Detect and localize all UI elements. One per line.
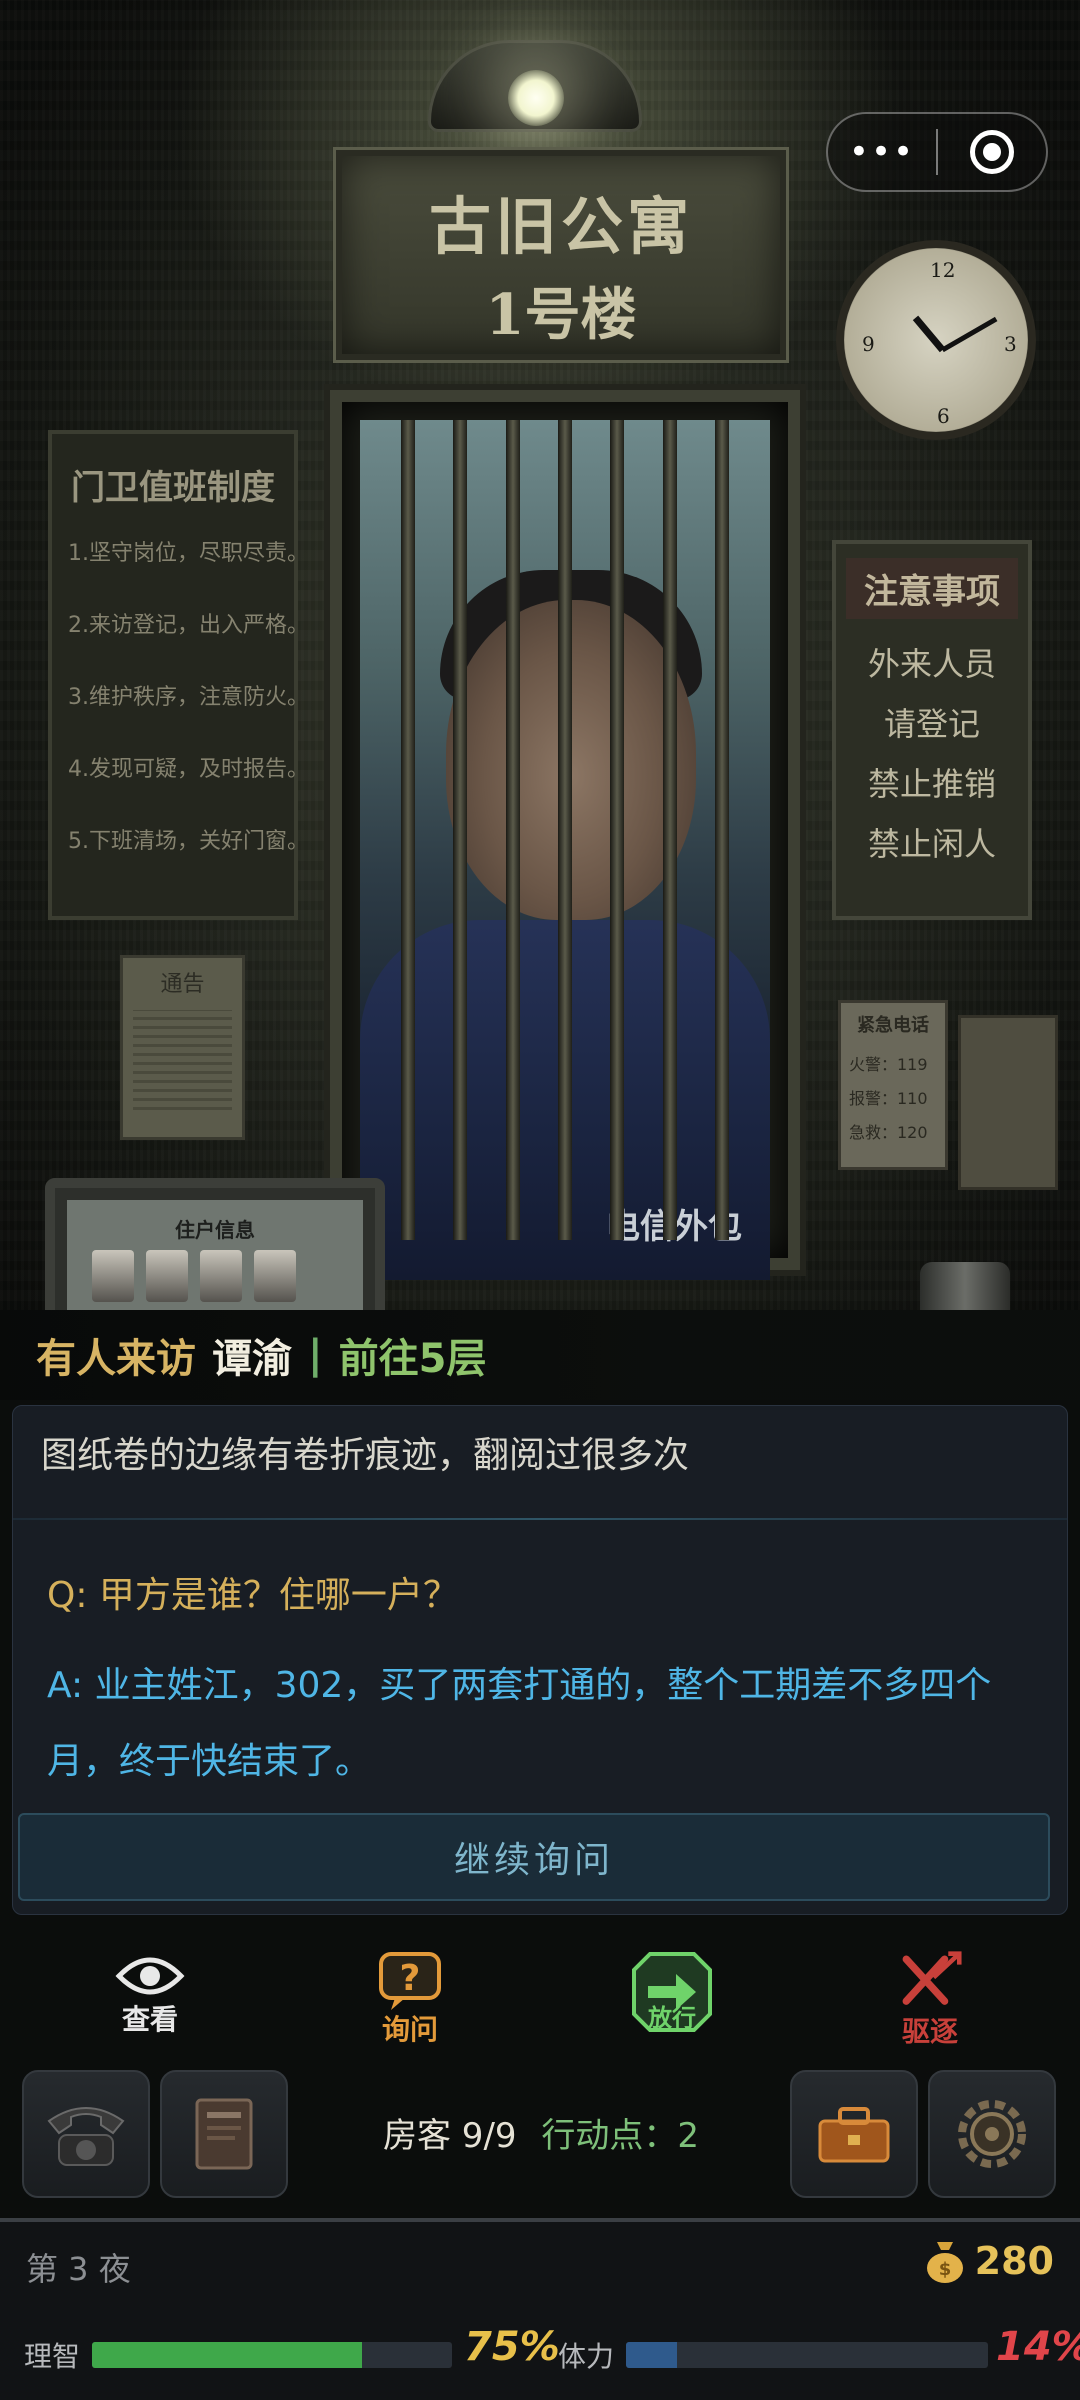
emergency-row: 火警：119 [849, 1055, 928, 1074]
ask-label: 询问 [381, 2013, 438, 2046]
action-points: 行动点：2 [541, 2116, 699, 2156]
ask-button[interactable]: ? 询问 [360, 1950, 460, 2050]
question-answer: Q: 甲方是谁？住哪一户？ A: 业主姓江，302，买了两套打通的，整个工期差不… [47, 1566, 1027, 1800]
money-display: $ 280 [923, 2238, 1054, 2284]
visitor-name: 谭渝 [212, 1336, 292, 1382]
resident-monitor[interactable]: 住户信息 [45, 1178, 385, 1310]
expel-cross-icon [902, 1951, 962, 2005]
bulletin-text-lines [133, 1010, 232, 1110]
expel-button[interactable]: 驱逐 [880, 1950, 980, 2050]
money-bag-icon: $ [926, 2242, 963, 2283]
wall-clock: 12 3 6 9 [836, 240, 1036, 440]
clock-hour-hand [912, 315, 946, 353]
svg-text:$: $ [938, 2259, 951, 2280]
duty-rules-board: 门卫值班制度 1.坚守岗位，尽职尽责。 2.来访登记，出入严格。 3.维护秩序，… [48, 430, 309, 920]
release-button[interactable]: 放行 [622, 1950, 722, 2050]
status-bar [0, 2222, 1080, 2400]
monitor-screen: 住户信息 [67, 1200, 363, 1310]
notice-board: 注意事项 外来人员 请登记 禁止推销 禁止闲人 [832, 540, 1032, 920]
guest-count: 房客 9/9 [383, 2116, 517, 2156]
duty-rule: 4.发现可疑，及时报告。 [68, 757, 309, 782]
reception-window: 电信外包 [330, 390, 800, 1280]
stamina-value: 14% [996, 2324, 1080, 2370]
stamina-bar [626, 2342, 988, 2368]
notice-line: 禁止闲人 [867, 825, 996, 863]
visitor-header: 有人来访 谭渝 | 前往5层 [0, 1310, 1080, 1400]
building-sign-line2: 1号楼 [485, 282, 637, 348]
close-miniapp-button[interactable] [938, 130, 1046, 174]
notebook-icon [195, 2098, 253, 2170]
resident-faces [92, 1250, 296, 1302]
game-scene: 古旧公寓 1号楼 12 3 6 9 门卫值班制度 1.坚守岗位，尽职尽责。 2.… [0, 0, 1080, 1310]
emergency-row: 急救：120 [849, 1123, 928, 1142]
emergency-phone-card: 紧急电话 火警：119 报警：110 急救：120 [838, 1000, 948, 1170]
eye-icon [115, 1957, 185, 1995]
notice-board-title: 注意事项 [846, 558, 1018, 619]
clue-text: 图纸卷的边缘有卷折痕迹，翻阅过很多次 [41, 1435, 690, 1476]
wall-flyer [958, 1015, 1058, 1190]
building-sign-line1: 古旧公寓 [428, 190, 693, 263]
toolbox-button[interactable] [790, 2070, 918, 2198]
telephone-icon [47, 2107, 125, 2166]
duty-rules-title: 门卫值班制度 [71, 468, 275, 508]
emergency-row: 报警：110 [849, 1089, 928, 1108]
more-menu-button[interactable]: ••• [828, 132, 936, 172]
window-bars [360, 420, 770, 1240]
money-amount: 280 [974, 2239, 1054, 2283]
stamina-label: 体力 [558, 2340, 615, 2373]
answer-text: A: 业主姓江，302，买了两套打通的，整个工期差不多四个月，终于快结束了。 [47, 1665, 992, 1782]
settings-button[interactable] [928, 2070, 1056, 2198]
visitor-destination: 前往5层 [338, 1336, 487, 1382]
miniapp-capsule: ••• [826, 112, 1048, 192]
bulletin-paper: 通告 [120, 955, 245, 1140]
night-counter: 第 3 夜 [26, 2250, 131, 2288]
notice-line: 外来人员 [867, 645, 996, 683]
lamp-bulb [508, 70, 564, 126]
sanity-value: 75% [464, 2324, 560, 2370]
release-label: 放行 [648, 2004, 696, 2032]
emergency-card-title: 紧急电话 [857, 1015, 929, 1036]
duty-rule: 3.维护秩序，注意防火。 [68, 685, 309, 710]
monitor-label: 住户信息 [175, 1218, 255, 1242]
thermos [920, 1262, 1010, 1310]
sanity-bar [92, 2342, 452, 2368]
sanity-label: 理智 [24, 2340, 81, 2373]
continue-asking-button[interactable]: 继续询问 [18, 1813, 1050, 1901]
visitor-label: 有人来访 [36, 1336, 196, 1382]
svg-text:?: ? [400, 1958, 421, 1999]
dialog-divider [13, 1518, 1067, 1520]
duty-rule: 5.下班清场，关好门窗。 [68, 829, 309, 854]
toolbox-icon [818, 2107, 890, 2163]
visitor-separator: | [308, 1332, 323, 1378]
notice-line: 请登记 [883, 705, 980, 743]
bulletin-title: 通告 [160, 972, 205, 997]
status-counter: 房客 9/9 行动点：2 [383, 2108, 699, 2157]
expel-label: 驱逐 [901, 2015, 958, 2048]
building-sign: 古旧公寓 1号楼 [333, 147, 789, 363]
notebook-button[interactable] [160, 2070, 288, 2198]
sanity-bar-fill [92, 2342, 362, 2368]
window-background: 电信外包 [360, 420, 770, 1280]
stamina-bar-fill [626, 2342, 677, 2368]
duty-rule: 2.来访登记，出入严格。 [68, 613, 309, 638]
question-text: Q: 甲方是谁？住哪一户？ [47, 1575, 459, 1616]
inspect-button[interactable]: 查看 [100, 1950, 200, 2050]
inspect-label: 查看 [121, 2003, 178, 2036]
telephone-button[interactable] [22, 2070, 150, 2198]
gear-icon [958, 2100, 1026, 2168]
clock-minute-hand [941, 316, 998, 353]
question-bubble-icon: ? [379, 1952, 441, 2010]
duty-rule: 1.坚守岗位，尽职尽责。 [68, 541, 309, 566]
close-icon [969, 130, 1014, 174]
notice-line: 禁止推销 [867, 765, 996, 803]
